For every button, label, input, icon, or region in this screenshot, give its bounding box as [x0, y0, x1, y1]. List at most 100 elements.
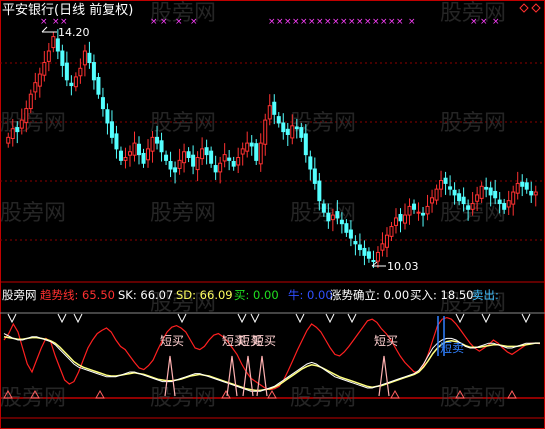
- candle-body: [177, 159, 182, 169]
- candle-body: [227, 157, 232, 161]
- candle-body: [281, 122, 286, 133]
- candle-body: [64, 62, 69, 81]
- top-marker-x: ×: [492, 17, 500, 27]
- candle-body: [10, 128, 15, 140]
- candle-body: [290, 125, 295, 139]
- candle-body: [33, 82, 38, 93]
- candle-body: [118, 150, 123, 161]
- candle-body: [51, 36, 56, 49]
- candle-body: [209, 150, 214, 164]
- candle-body: [398, 213, 403, 222]
- legend-item: SD: 66.09: [176, 288, 233, 302]
- candlestick-series: [6, 29, 538, 268]
- diamond-left-icon[interactable]: [519, 3, 529, 13]
- candle-body: [393, 217, 398, 226]
- candle-body: [421, 212, 426, 216]
- candle-body: [78, 67, 83, 77]
- buy-signal-label: 短买: [160, 334, 184, 348]
- candle-body: [186, 151, 191, 158]
- candle-body: [488, 187, 493, 196]
- candle-body: [100, 97, 105, 110]
- watermark-text: 股旁网: [150, 201, 216, 226]
- legend-item: 买: 0.00: [234, 288, 279, 302]
- candle-body: [87, 52, 92, 64]
- candle-body: [452, 189, 457, 196]
- legend-item: 趋势线: 65.50: [40, 288, 115, 302]
- sell-signal-label: 短卖: [440, 341, 464, 355]
- v-marker: [7, 313, 17, 324]
- candle-body: [173, 167, 178, 173]
- candle-body: [430, 197, 435, 204]
- candle-body: [321, 203, 326, 213]
- top-marker-x: ×: [150, 17, 158, 27]
- candle-body: [267, 105, 272, 120]
- candle-body: [218, 162, 223, 173]
- candle-body: [384, 234, 389, 248]
- legend-item: 股旁网: [2, 288, 37, 302]
- candle-body: [123, 156, 128, 161]
- candle-body: [164, 154, 169, 161]
- candle-body: [150, 136, 155, 152]
- top-marker-x: ×: [276, 17, 284, 27]
- candle-body: [362, 247, 367, 256]
- candle-body: [484, 186, 489, 190]
- top-marker-x: ×: [388, 17, 396, 27]
- watermark-text: 股旁网: [440, 386, 506, 411]
- candle-body: [82, 50, 87, 66]
- candle-body: [294, 126, 299, 130]
- candle-body: [299, 127, 304, 138]
- top-marker-x: ×: [364, 17, 372, 27]
- candle-body: [380, 243, 385, 251]
- legend-item: 牛: 0.00: [288, 288, 333, 302]
- candle-body: [195, 156, 200, 171]
- candle-body: [443, 177, 448, 184]
- candle-body: [479, 185, 484, 199]
- legend-item: 买入: 18.50: [410, 288, 473, 302]
- candle-body: [375, 251, 380, 262]
- candle-body: [470, 203, 475, 210]
- candle-body: [434, 188, 439, 201]
- candle-body: [466, 205, 471, 210]
- v-marker: [325, 313, 335, 324]
- candle-body: [155, 136, 160, 144]
- candle-body: [91, 62, 96, 81]
- candle-body: [73, 76, 78, 88]
- buy-spike: [378, 355, 390, 397]
- diamond-right-icon[interactable]: [531, 3, 541, 13]
- top-marker-x: ×: [284, 17, 292, 27]
- candle-body: [222, 154, 227, 162]
- nav-diamond-icons[interactable]: [519, 3, 541, 13]
- stock-chart-canvas: 平安银行(日线 前复权) 股旁网 股旁网股旁网 股旁网 股旁网 股旁网股旁网 股旁网 股旁网…: [0, 0, 545, 429]
- legend-item: SK: 66.07: [118, 288, 173, 302]
- watermark-text: 股旁网: [150, 386, 216, 411]
- candle-body: [146, 148, 151, 161]
- candle-body: [533, 191, 538, 196]
- candle-body: [55, 38, 60, 52]
- candle-body: [457, 193, 462, 202]
- candle-body: [497, 199, 502, 205]
- low-price-marker: 10.03: [371, 260, 419, 273]
- bottom-triangle-marker: [507, 389, 517, 399]
- candle-body: [46, 50, 51, 62]
- candle-body: [348, 229, 353, 239]
- candle-body: [159, 140, 164, 153]
- candle-body: [357, 244, 362, 251]
- candle-body: [285, 128, 290, 135]
- candle-body: [254, 143, 259, 161]
- candle-body: [132, 142, 137, 156]
- candle-body: [366, 251, 371, 259]
- top-marker-x: ×: [408, 17, 416, 27]
- candle-body: [524, 182, 529, 190]
- candle-body: [240, 148, 245, 155]
- top-marker-x: ×: [190, 17, 198, 27]
- candle-body: [168, 161, 173, 170]
- v-marker: [347, 313, 357, 324]
- candle-body: [389, 226, 394, 237]
- candle-body: [141, 152, 146, 164]
- candle-body: [335, 211, 340, 219]
- legend-item: 涨势确立: 0.00: [330, 288, 409, 302]
- candle-body: [182, 151, 187, 164]
- v-marker: [295, 313, 305, 324]
- buy-spike: [226, 355, 238, 397]
- candle-body: [15, 127, 20, 133]
